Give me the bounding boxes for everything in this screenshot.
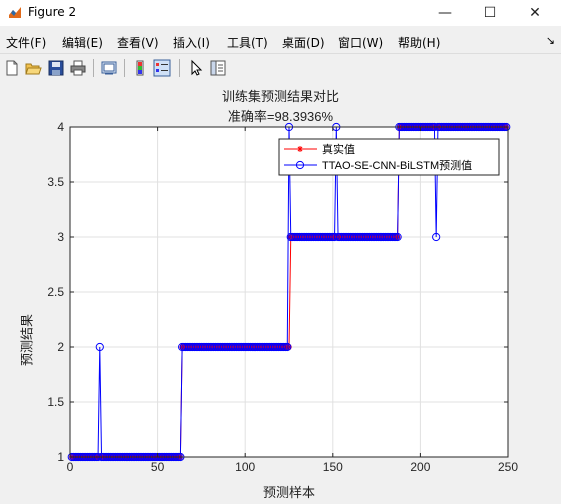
menu-view[interactable]: 查看(V) (117, 34, 159, 51)
link-plot-icon[interactable] (100, 59, 118, 77)
menu-desktop[interactable]: 桌面(D) (282, 34, 325, 51)
figure-toolbar (0, 53, 561, 83)
window-titlebar: Figure 2 — ☐ ✕ (0, 0, 561, 26)
legend-icon[interactable] (153, 59, 171, 77)
menu-file[interactable]: 文件(F) (6, 34, 46, 51)
y-axis-label: 预测结果 (20, 313, 36, 367)
pointer-icon[interactable] (187, 59, 205, 77)
x-tick-label: 200 (410, 460, 430, 474)
print-icon[interactable] (69, 59, 87, 77)
menu-edit[interactable]: 编辑(E) (62, 34, 103, 51)
maximize-button[interactable]: ☐ (470, 0, 510, 26)
menu-help[interactable]: 帮助(H) (398, 34, 440, 51)
line-chart[interactable]: 0 50 100 150 200 250 1 1.5 2 2.5 3 3.5 4 真实值 TTAO-SE-… (0, 82, 561, 504)
menu-window[interactable]: 窗口(W) (338, 34, 383, 51)
menu-tools[interactable]: 工具(T) (227, 34, 268, 51)
legend-label-predicted: TTAO-SE-CNN-BiLSTM预测值 (322, 159, 472, 172)
y-tick-label: 2 (57, 340, 64, 354)
colorbar-icon[interactable] (131, 59, 149, 77)
x-tick-label: 50 (151, 460, 165, 474)
menu-insert[interactable]: 插入(I) (173, 34, 210, 51)
x-tick-label: 100 (235, 460, 255, 474)
x-axis-label: 预测样本 (262, 486, 315, 501)
save-icon[interactable] (47, 59, 65, 77)
close-button[interactable]: ✕ (515, 0, 555, 26)
toolbar-separator (124, 59, 125, 77)
y-tick-label: 4 (57, 120, 64, 134)
legend[interactable]: 真实值 TTAO-SE-CNN-BiLSTM预测值 (278, 138, 500, 176)
x-tick-label: 150 (323, 460, 343, 474)
toolbar-separator (93, 59, 94, 77)
x-tick-label: 250 (498, 460, 518, 474)
y-tick-label: 3.5 (47, 175, 64, 189)
y-tick-label: 1 (57, 450, 64, 464)
toolbar-separator (179, 59, 180, 77)
matlab-logo-icon (9, 7, 21, 18)
window-title: Figure 2 (28, 5, 77, 19)
open-file-icon[interactable] (24, 59, 42, 77)
y-tick-label: 1.5 (47, 395, 64, 409)
property-inspector-icon[interactable] (209, 59, 227, 77)
y-tick-label: 2.5 (47, 285, 64, 299)
menu-dock-arrow-icon[interactable]: ↘ (546, 34, 555, 47)
x-tick-label: 0 (67, 460, 74, 474)
y-tick-label: 3 (57, 230, 64, 244)
new-figure-icon[interactable] (3, 59, 21, 77)
menu-bar: 文件(F) 编辑(E) 查看(V) 插入(I) 工具(T) 桌面(D) 窗口(W… (0, 30, 561, 52)
figure-canvas: 训练集预测结果对比 准确率=98.3936% 0 50 100 150 200 250 1 1… (0, 82, 561, 504)
minimize-button[interactable]: — (425, 0, 465, 26)
legend-label-true: 真实值 (322, 142, 355, 156)
